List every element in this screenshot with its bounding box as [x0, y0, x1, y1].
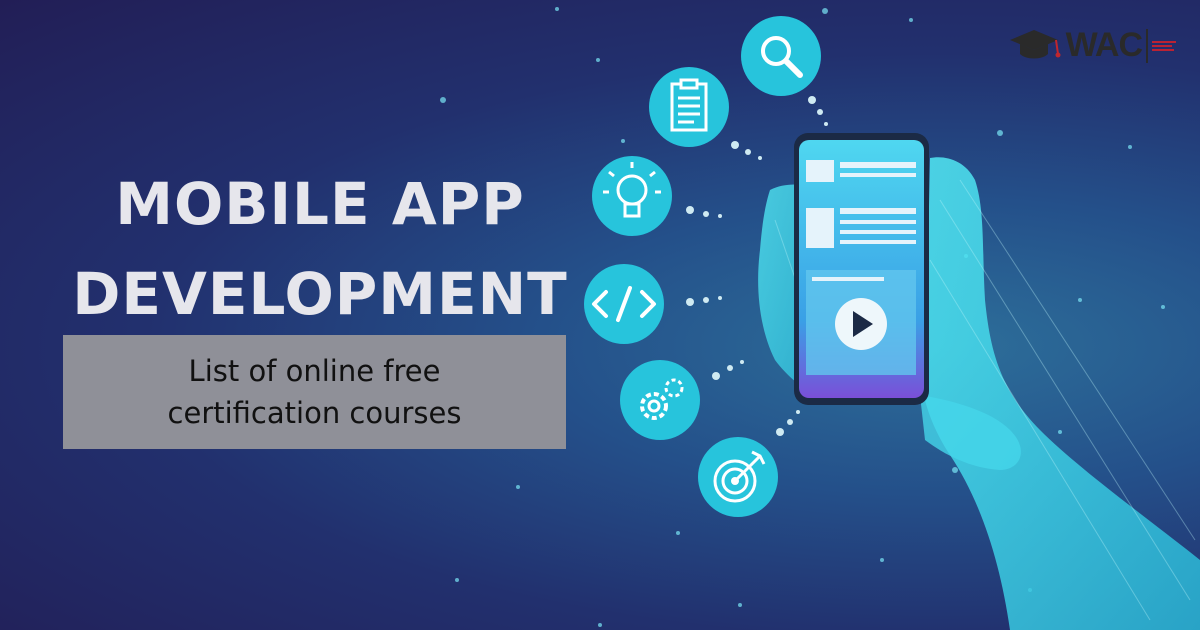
smartphone [794, 133, 929, 405]
gears-icon [620, 360, 700, 440]
subtitle-line-1: List of online free [188, 353, 441, 388]
lightbulb-icon [592, 156, 672, 236]
headline: MOBILE APP DEVELOPMENT [60, 160, 580, 340]
search-icon [741, 16, 821, 96]
logo-text: WAC [1065, 26, 1143, 64]
subtitle-line-2: certification courses [167, 396, 462, 430]
headline-line-2: DEVELOPMENT [72, 259, 568, 328]
code-icon [584, 264, 664, 344]
banner: MOBILE APP DEVELOPMENT List of online fr… [0, 0, 1200, 630]
logo-divider [1146, 28, 1148, 63]
subtitle-box: List of online free certification course… [63, 335, 566, 449]
logo-tagline-marks [1152, 39, 1176, 53]
document-icon [649, 67, 729, 147]
headline-line-1: MOBILE APP [115, 170, 525, 238]
graduation-cap-icon [1009, 29, 1061, 58]
target-icon [698, 437, 778, 517]
wac-logo: WAC [1008, 26, 1176, 65]
